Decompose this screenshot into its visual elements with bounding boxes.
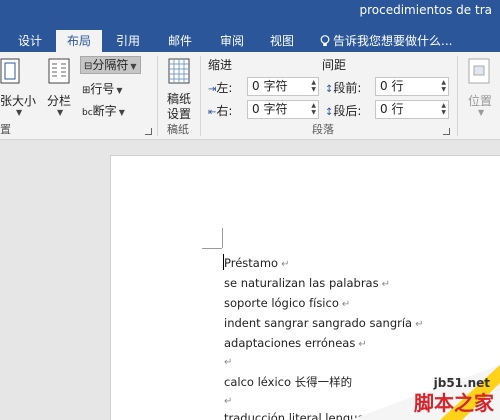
document-line-text: calco léxico 长得一样的	[224, 375, 353, 389]
lightbulb-icon	[320, 35, 330, 46]
hyphenation-icon: bc	[82, 108, 93, 118]
tell-me-box[interactable]: 告诉我您想要做什么...	[320, 30, 452, 52]
line-numbers-label: 行号	[90, 82, 115, 96]
document-line-text: se naturalizan las palabras	[224, 276, 379, 290]
hyphenation-caret: ▼	[118, 108, 125, 117]
paragraph-mark: ↵	[341, 299, 351, 310]
margin-crop-mark	[202, 248, 222, 249]
draft-paper-icon	[168, 58, 190, 84]
paragraph-group-label: 段落	[312, 123, 334, 136]
spacing-before-text: 段前:	[333, 81, 362, 95]
margin-crop-mark	[222, 228, 223, 248]
title-bar: procedimientos de tra 设计 布局 引用 邮件 审阅 视图 …	[0, 0, 500, 52]
page-setup-launcher-icon[interactable]	[145, 128, 152, 135]
indent-right-text: 右:	[216, 104, 233, 118]
paper-size-caret: ▼	[16, 108, 23, 117]
indent-right-input[interactable]: 0 字符 ▲ ▼	[247, 100, 319, 119]
tab-mailings[interactable]: 邮件	[160, 30, 200, 52]
columns-icon	[48, 58, 70, 84]
tell-me-text: 告诉我您想要做什么...	[333, 34, 453, 48]
indent-left-label: ⇥左:	[208, 79, 232, 96]
watermark: jb51.net 脚本之家	[350, 365, 500, 420]
paper-size-icon	[0, 58, 20, 84]
document-line[interactable]: se naturalizan las palabras ↵	[224, 276, 390, 290]
document-line[interactable]: adaptaciones erróneas ↵	[224, 336, 367, 350]
columns-button[interactable]: 分栏 ▼	[44, 56, 76, 118]
document-line[interactable]: Préstamo ↵	[224, 256, 289, 270]
tab-layout[interactable]: 布局	[56, 30, 102, 52]
paper-size-button[interactable]: 张大小 ▼	[0, 56, 38, 118]
spacing-after-input[interactable]: 0 行 ▲ ▼	[375, 100, 449, 119]
document-line[interactable]: calco léxico 长得一样的	[224, 374, 352, 390]
paragraph-mark: ↵	[381, 279, 390, 290]
document-line[interactable]: ↵	[224, 393, 232, 407]
paragraph-launcher-icon[interactable]	[443, 128, 450, 135]
tab-review[interactable]: 审阅	[212, 30, 252, 52]
position-button[interactable]: 位置 ▼	[462, 56, 500, 118]
spacing-title: 间距	[322, 58, 347, 72]
hyphenation-button[interactable]: bc断字 ▼	[82, 102, 125, 119]
paragraph-mark: ↵	[224, 396, 233, 407]
spacing-before-value: 0 行	[380, 79, 404, 93]
position-label: 位置	[468, 94, 493, 108]
spacing-after-text: 段后:	[333, 104, 362, 118]
tab-references[interactable]: 引用	[108, 30, 148, 52]
spinner-arrows-icon[interactable]: ▲ ▼	[441, 102, 446, 116]
paragraph-mark: ↵	[358, 339, 367, 350]
ribbon: 张大小 ▼ 分栏 ▼ ⊟分隔符 ▼ ⊞行号 ▼ bc断字 ▼ 置 稿纸 设置 稿纸 缩…	[0, 52, 500, 140]
breaks-button[interactable]: ⊟分隔符 ▼	[80, 56, 141, 74]
spacing-before-label: ↕段前:	[325, 79, 361, 96]
paper-size-label: 张大小	[0, 94, 37, 108]
document-line-text: traducción literal lengua	[224, 411, 365, 420]
document-line-text: Préstamo	[224, 256, 279, 270]
columns-label: 分栏	[47, 94, 72, 108]
watermark-brand: 脚本之家	[414, 391, 494, 415]
document-line-text: soporte lógico físico	[224, 296, 339, 310]
spinner-arrows-icon[interactable]: ▲ ▼	[311, 79, 316, 93]
page-setup-group-label: 置	[0, 123, 11, 136]
tab-design[interactable]: 设计	[10, 30, 50, 52]
breaks-caret: ▼	[130, 62, 137, 71]
paragraph-mark: ↵	[224, 357, 233, 368]
document-line[interactable]: indent sangrar sangrado sangría ↵	[224, 316, 423, 330]
draft-paper-label-line2: 设置	[167, 107, 192, 121]
tab-view[interactable]: 视图	[262, 30, 302, 52]
draft-paper-group-label: 稿纸	[167, 123, 189, 136]
position-icon	[468, 58, 490, 84]
document-line[interactable]: ↵	[224, 354, 232, 368]
paragraph-mark: ↵	[415, 319, 424, 330]
line-numbers-caret: ▼	[116, 86, 123, 95]
draft-paper-button[interactable]: 稿纸 设置	[162, 56, 196, 121]
indent-left-input[interactable]: 0 字符 ▲ ▼	[247, 77, 319, 96]
indent-right-label: ⇤右:	[208, 102, 232, 119]
document-title: procedimientos de tra	[359, 3, 493, 17]
indent-left-value: 0 字符	[252, 79, 288, 93]
group-divider	[457, 56, 458, 136]
group-divider	[157, 56, 158, 136]
spinner-arrows-icon[interactable]: ▲ ▼	[441, 79, 446, 93]
paragraph-mark: ↵	[281, 259, 290, 270]
indent-title: 缩进	[208, 58, 233, 72]
spinner-arrows-icon[interactable]: ▲ ▼	[311, 102, 316, 116]
indent-right-value: 0 字符	[252, 102, 288, 116]
document-line[interactable]: soporte lógico físico ↵	[224, 296, 350, 310]
document-line-text: indent sangrar sangrado sangría	[224, 316, 413, 330]
hyphenation-label: 断字	[92, 104, 117, 118]
spacing-before-input[interactable]: 0 行 ▲ ▼	[375, 77, 449, 96]
spacing-after-label: ↕段后:	[325, 102, 361, 119]
spacing-after-value: 0 行	[380, 102, 404, 116]
document-line-text: adaptaciones erróneas	[224, 336, 356, 350]
group-divider	[200, 56, 201, 136]
indent-left-text: 左:	[216, 81, 233, 95]
line-numbers-button[interactable]: ⊞行号 ▼	[82, 80, 123, 97]
document-line[interactable]: traducción literal lengua	[224, 411, 365, 420]
columns-caret: ▼	[57, 108, 64, 117]
breaks-label: 分隔符	[92, 58, 129, 72]
position-caret: ▼	[478, 108, 485, 117]
